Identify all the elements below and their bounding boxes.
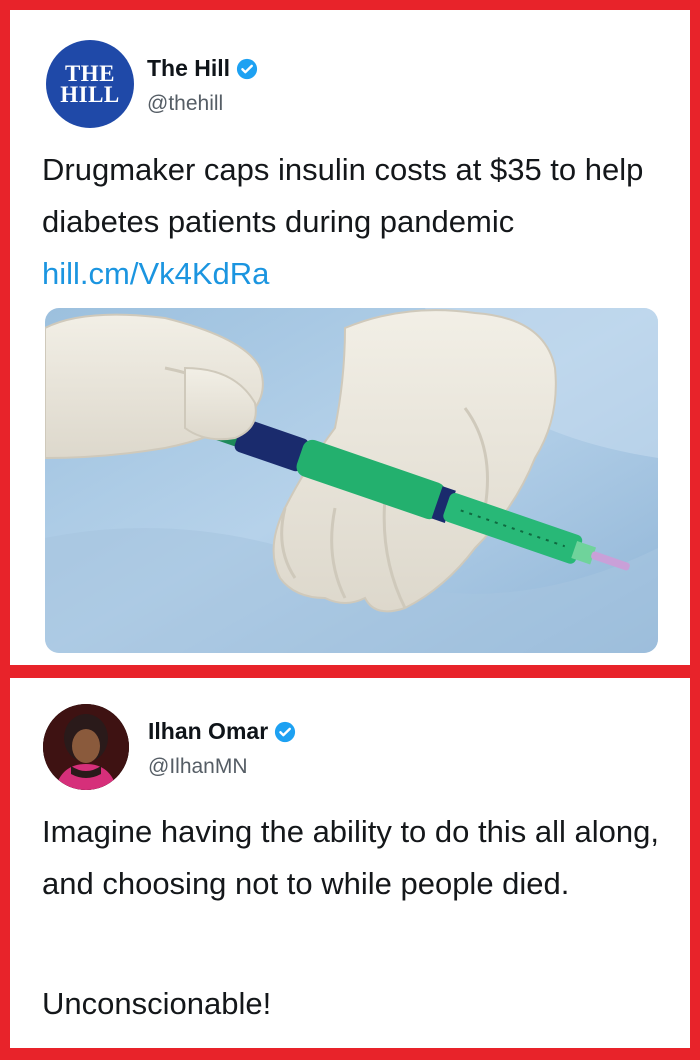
author-name-row: The Hill (147, 55, 258, 82)
verified-badge-icon (236, 58, 258, 79)
display-name[interactable]: Ilhan Omar (148, 718, 268, 745)
insulin-pen-photo (45, 308, 658, 653)
the-hill-avatar[interactable]: THE HILL (46, 40, 134, 128)
tweet-link[interactable]: hill.cm/Vk4KdRa (42, 256, 269, 291)
tweet-text-second-paragraph: Unconscionable! (42, 986, 272, 1021)
display-name[interactable]: The Hill (147, 55, 230, 82)
tweet-text: Drugmaker caps insulin costs at $35 to h… (42, 144, 682, 300)
avatar-logo-line-1: THE (64, 61, 116, 86)
tweet-text: Imagine having the ability to do this al… (42, 814, 659, 901)
tweet-body-text: Drugmaker caps insulin costs at $35 to h… (42, 152, 644, 239)
tweet-card-ilhan-omar[interactable]: Ilhan Omar @IlhanMN Imagine having the a… (10, 678, 690, 1048)
author-name-row: Ilhan Omar (148, 718, 296, 745)
tweet-card-the-hill[interactable]: THE HILL The Hill @thehill Drugmaker cap… (10, 10, 690, 665)
author-handle[interactable]: @IlhanMN (148, 755, 248, 779)
author-handle[interactable]: @thehill (147, 92, 223, 116)
profile-photo-icon (43, 704, 129, 790)
tweet-media-image[interactable] (45, 308, 658, 653)
verified-badge-icon (275, 721, 296, 742)
avatar-logo-line-2: HILL (60, 82, 120, 107)
ilhan-omar-avatar[interactable] (43, 704, 129, 790)
